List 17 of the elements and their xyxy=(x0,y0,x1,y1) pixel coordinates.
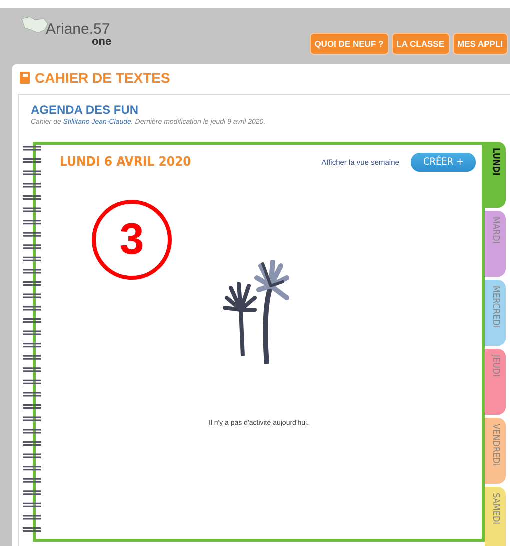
day-title: LUNDI 6 AVRIL 2020 xyxy=(60,155,192,170)
day-tab[interactable]: SAMEDI xyxy=(485,487,506,546)
day-tab[interactable]: MARDI xyxy=(485,211,506,277)
day-tab[interactable]: LUNDI xyxy=(485,142,506,208)
notebook-icon xyxy=(20,72,30,84)
nav-button[interactable]: MES APPLI xyxy=(452,33,508,55)
step-number-annotation: 3 xyxy=(92,200,172,280)
create-button[interactable]: CRÉER + xyxy=(411,153,476,172)
nav-button[interactable]: LA CLASSE xyxy=(392,33,450,55)
day-tab[interactable]: JEUDI xyxy=(485,349,506,415)
day-tab[interactable]: MERCREDI xyxy=(485,280,506,346)
day-tab[interactable]: VENDREDI xyxy=(485,418,506,484)
page-title: CAHIER DE TEXTES xyxy=(35,70,170,86)
nav-button[interactable]: QUOI DE NEUF ? xyxy=(310,33,389,55)
logo-text: Ariane.57 xyxy=(46,20,110,38)
logo-subtext: one xyxy=(92,36,112,48)
agenda-title: AGENDA DES FUN xyxy=(31,103,140,117)
